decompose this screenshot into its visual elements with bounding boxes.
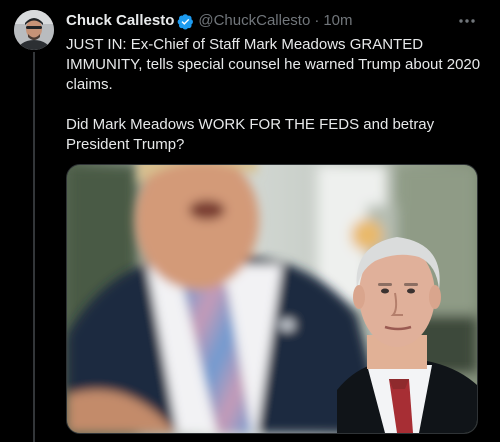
author-handle[interactable]: @ChuckCallesto [198, 11, 310, 31]
tweet-paragraph-1: JUST IN: Ex-Chief of Staff Mark Meadows … [66, 36, 481, 93]
tweet-paragraph-2: Did Mark Meadows WORK FOR THE FEDS and b… [66, 116, 435, 153]
tweet-media-photo[interactable] [66, 164, 478, 434]
avatar-image [14, 10, 54, 50]
tweet-text: JUST IN: Ex-Chief of Staff Mark Meadows … [66, 35, 486, 155]
verified-badge-icon[interactable] [177, 13, 194, 30]
news-photo [67, 165, 477, 433]
tweet-timestamp[interactable]: 10m [323, 11, 352, 31]
thread-connector-line [33, 52, 35, 442]
avatar[interactable] [14, 10, 54, 50]
more-options-icon[interactable] [456, 12, 478, 30]
tweet-header: Chuck Callesto @ChuckCallesto · 10m [66, 11, 353, 31]
header-separator: · [314, 12, 320, 29]
author-display-name[interactable]: Chuck Callesto [66, 11, 174, 31]
tweet-article[interactable]: Chuck Callesto @ChuckCallesto · 10m JUST… [0, 0, 500, 442]
